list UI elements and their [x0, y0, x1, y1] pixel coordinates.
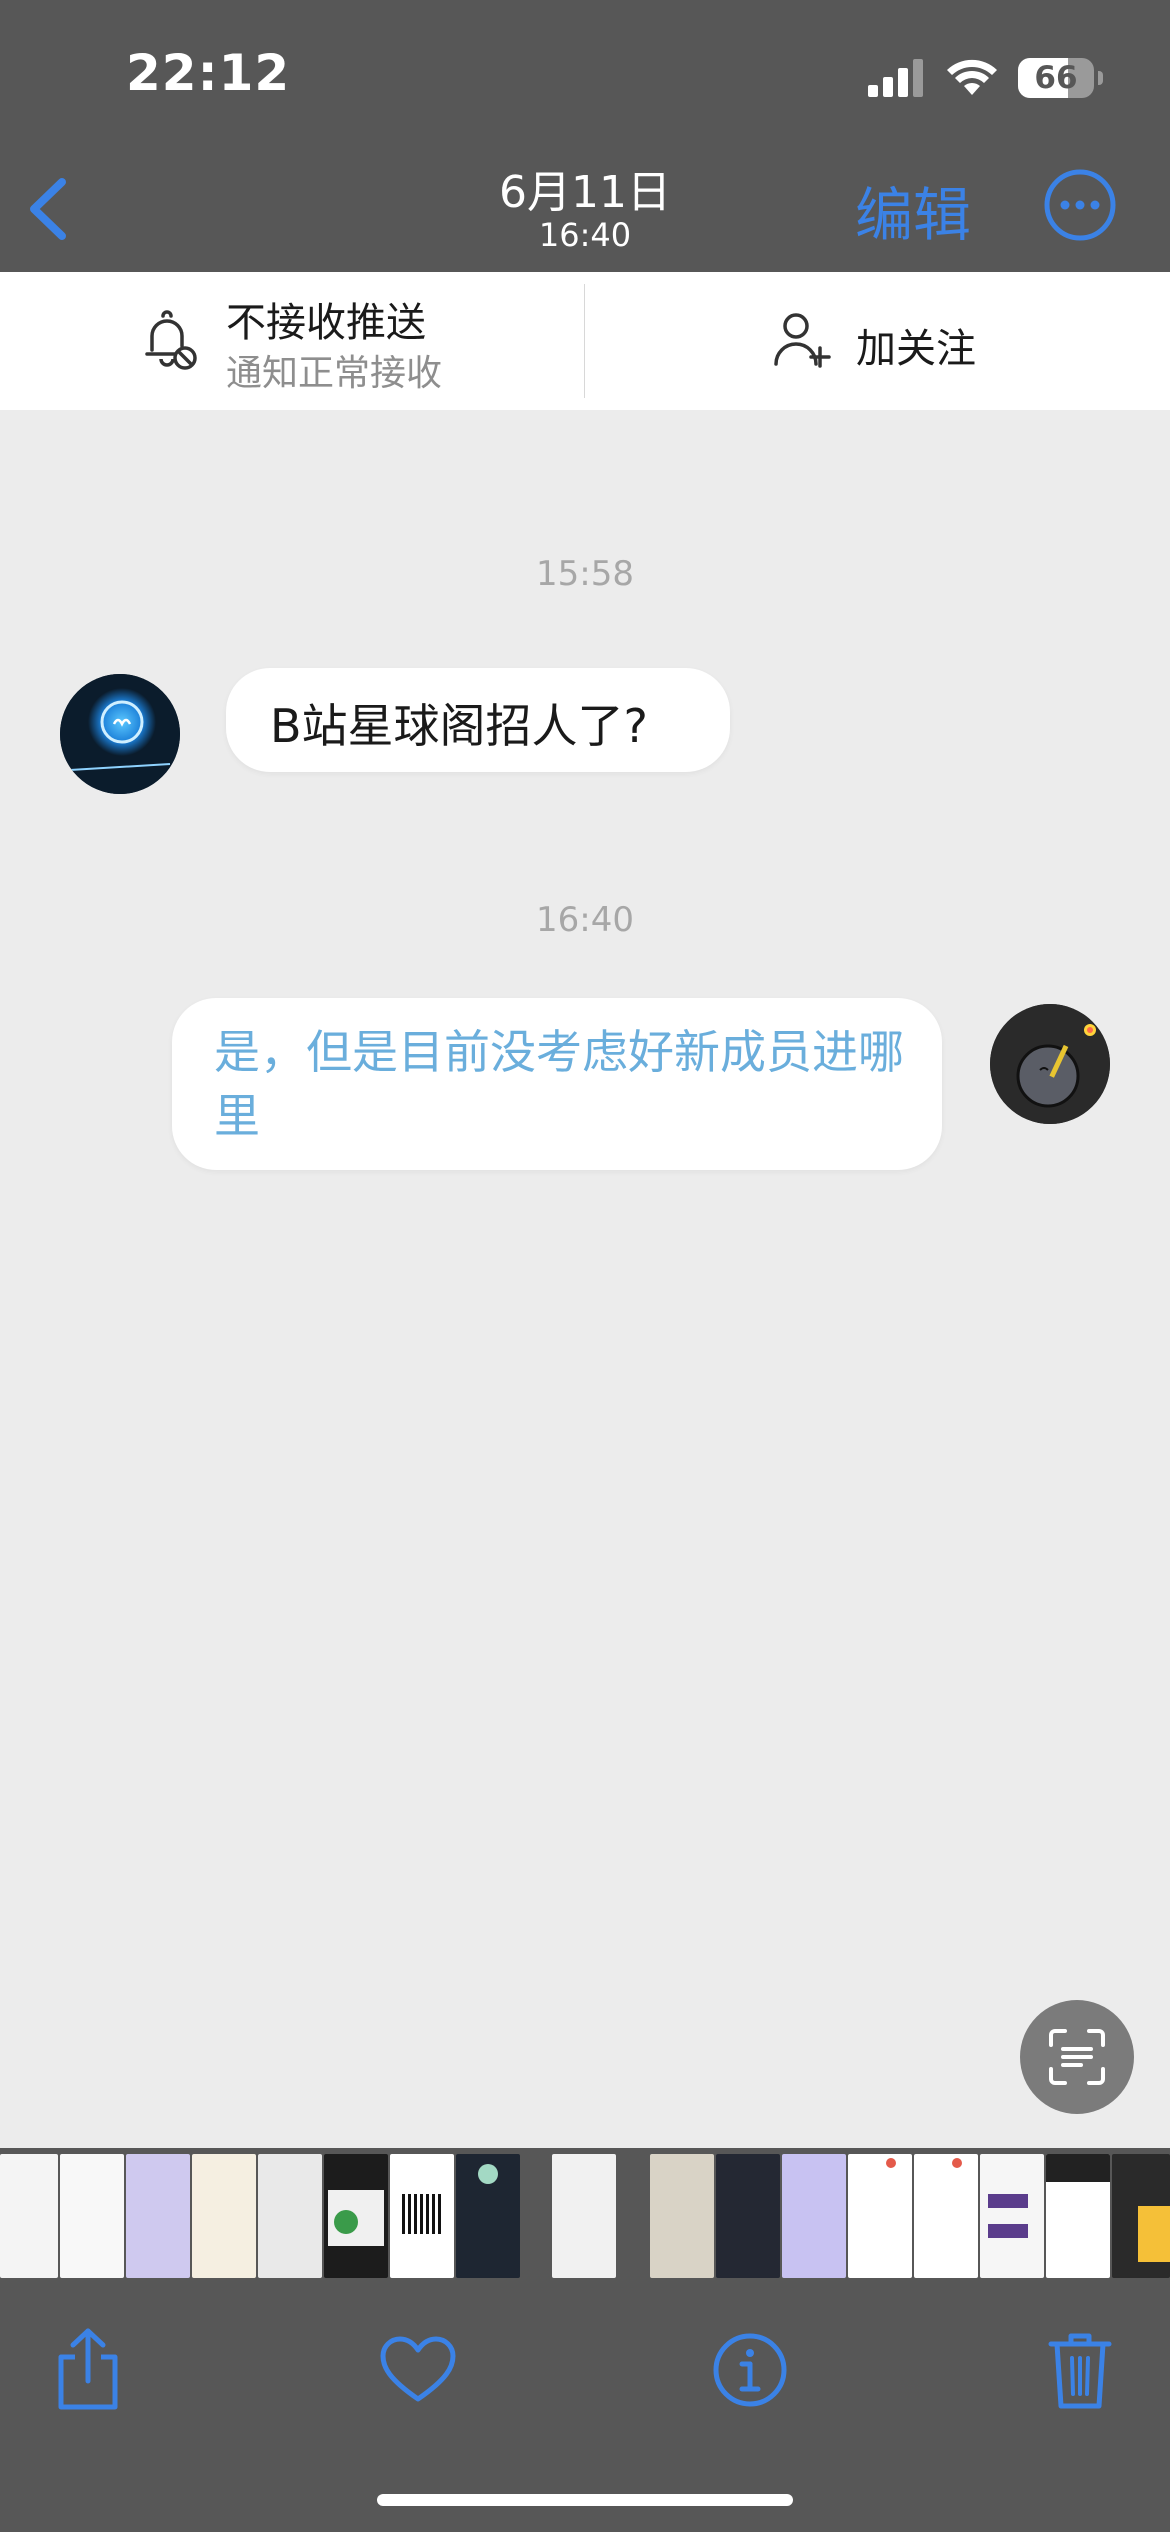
follow-label[interactable]: 加关注 [856, 316, 976, 374]
status-time: 22:12 [126, 44, 291, 102]
preferences-bar: 不接收推送 通知正常接收 加关注 [0, 272, 1170, 410]
photo-thumbnail[interactable] [60, 2154, 124, 2278]
push-setting-subtitle: 通知正常接收 [226, 353, 443, 394]
message-text: B站星球阁招人了? [270, 699, 648, 753]
photo-thumbnail[interactable] [552, 2154, 616, 2278]
message-time: 15:58 [536, 554, 634, 594]
avatar-image [990, 1004, 1110, 1124]
photo-thumbnail[interactable] [716, 2154, 780, 2278]
push-setting-button[interactable] [138, 310, 200, 376]
bell-off-icon [145, 310, 197, 370]
share-icon [58, 2328, 118, 2410]
favorite-button[interactable] [368, 2320, 468, 2420]
text-scan-button[interactable] [1020, 2000, 1134, 2114]
photo-thumbnail[interactable] [456, 2154, 520, 2278]
avatar-image [60, 674, 180, 794]
share-button[interactable] [38, 2320, 138, 2420]
heart-icon [380, 2336, 456, 2402]
photo-thumbnail[interactable] [1112, 2154, 1170, 2278]
sender-avatar[interactable] [60, 674, 180, 794]
photo-thumbnail[interactable] [126, 2154, 190, 2278]
message-bubble-outgoing[interactable]: 是，但是目前没考虑好新成员进哪里 [172, 998, 942, 1170]
edit-button[interactable]: 编辑 [855, 168, 971, 252]
photo-thumbnail[interactable] [782, 2154, 846, 2278]
photo-thumbnail[interactable] [0, 2154, 58, 2278]
photo-thumbnail[interactable] [324, 2154, 388, 2278]
nav-bar: 6月11日 16:40 编辑 [0, 140, 1170, 272]
follow-button[interactable] [770, 308, 836, 378]
own-avatar[interactable] [990, 1004, 1110, 1124]
photo-thumbnail[interactable] [390, 2154, 454, 2278]
info-button[interactable] [700, 2320, 800, 2420]
thumbnail-strip[interactable] [0, 2148, 1170, 2280]
more-button[interactable] [1043, 168, 1117, 246]
trash-icon [1048, 2333, 1112, 2409]
photo-thumbnail[interactable] [1046, 2154, 1110, 2278]
text-scan-icon [1049, 2029, 1105, 2085]
photo-thumbnail[interactable] [650, 2154, 714, 2278]
divider [584, 284, 585, 398]
message-bubble-incoming[interactable]: B站星球阁招人了? [226, 668, 730, 772]
battery-indicator: 66 [1018, 58, 1103, 98]
photo-thumbnail[interactable] [258, 2154, 322, 2278]
wifi-icon [947, 59, 997, 95]
photo-thumbnail[interactable] [192, 2154, 256, 2278]
ellipsis-circle-icon [1044, 169, 1116, 241]
info-icon [713, 2333, 787, 2407]
delete-button[interactable] [1030, 2320, 1130, 2420]
nav-subtitle: 16:40 [538, 216, 632, 254]
battery-level: 66 [1034, 60, 1078, 96]
status-icons: 66 [868, 56, 1103, 100]
push-setting-title[interactable]: 不接收推送 [226, 290, 426, 348]
nav-title: 6月11日 [499, 167, 671, 218]
photo-thumbnail[interactable] [914, 2154, 978, 2278]
status-bar: 22:12 66 [0, 0, 1170, 140]
person-add-icon [774, 313, 831, 368]
photo-thumbnail[interactable] [848, 2154, 912, 2278]
home-indicator[interactable] [377, 2494, 793, 2506]
cellular-signal-icon [868, 59, 923, 97]
message-time: 16:40 [536, 900, 634, 940]
message-text: 是，但是目前没考虑好新成员进哪里 [214, 1025, 904, 1143]
photo-thumbnail[interactable] [980, 2154, 1044, 2278]
